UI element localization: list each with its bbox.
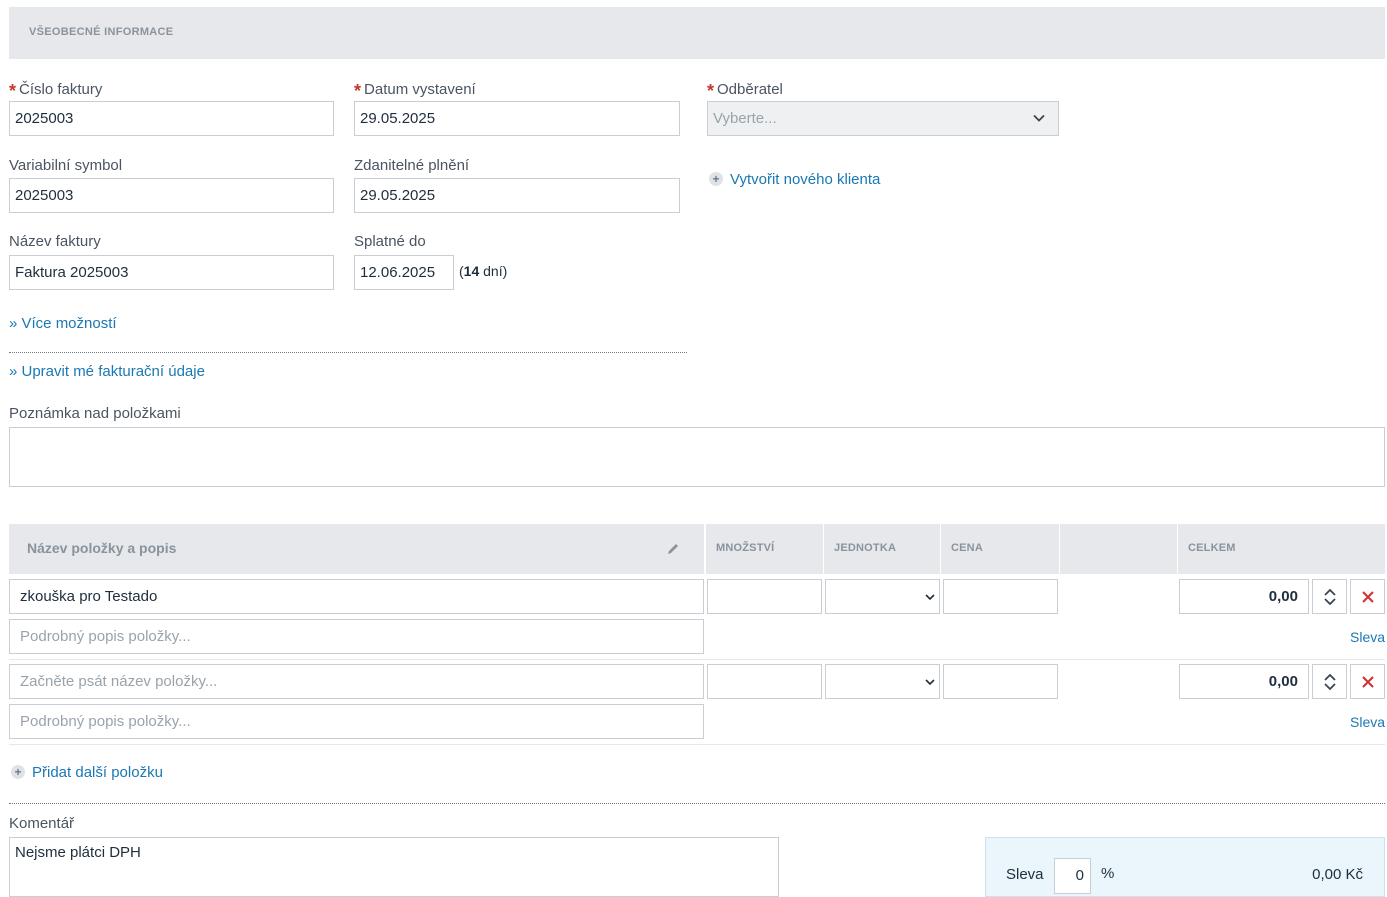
taxable-date-input[interactable]: 29.05.2025: [354, 178, 680, 213]
col-header-price: CENA: [941, 524, 1059, 574]
chevron-down-icon: [1033, 114, 1045, 122]
plus-circle-icon: +: [709, 172, 723, 187]
required-marker: *: [707, 81, 715, 101]
customer-label: * Odběratel: [707, 81, 783, 101]
section-header: VŠEOBECNÉ INFORMACE: [9, 7, 1385, 59]
required-marker: *: [9, 81, 17, 101]
item-price-input[interactable]: [943, 664, 1058, 699]
summary-discount-label: Sleva: [1006, 866, 1044, 883]
add-item-link[interactable]: + Přidat další položku: [11, 764, 163, 781]
col-header-quantity: MNOŽSTVÍ: [706, 524, 823, 574]
item-description-input[interactable]: Podrobný popis položky...: [9, 704, 704, 739]
item-price-input[interactable]: [943, 579, 1058, 614]
close-icon: [1361, 675, 1374, 688]
chevron-down-icon: [925, 679, 935, 686]
item-total-input[interactable]: 0,00: [1179, 664, 1309, 699]
comment-label: Komentář: [9, 815, 75, 832]
sort-button[interactable]: [1312, 664, 1347, 699]
due-date-input[interactable]: 12.06.2025: [354, 255, 454, 290]
col-header-empty: [1060, 524, 1177, 574]
col-header-unit: JEDNOTKA: [824, 524, 940, 574]
taxable-date-label: Zdanitelné plnění: [354, 157, 470, 174]
required-marker: *: [354, 81, 362, 101]
edit-billing-link[interactable]: » Upravit mé fakturační údaje: [9, 363, 205, 380]
row-divider: [9, 659, 1385, 660]
col-header-total: CELKEM: [1178, 524, 1385, 574]
chevron-down-icon: [925, 594, 935, 601]
col-header-name: Název položky a popis: [9, 524, 704, 574]
note-above-textarea[interactable]: [9, 427, 1385, 487]
due-days-info: (14 dní): [459, 263, 508, 279]
delete-item-button[interactable]: [1350, 579, 1385, 614]
delete-item-button[interactable]: [1350, 664, 1385, 699]
invoice-number-input[interactable]: 2025003: [9, 101, 334, 136]
plus-circle-icon: +: [11, 765, 25, 780]
item-name-input[interactable]: Začněte psát název položky...: [9, 664, 704, 699]
invoice-number-label: * Číslo faktury: [9, 81, 103, 101]
divider: [9, 803, 1385, 804]
invoice-name-label: Název faktury: [9, 233, 101, 250]
close-icon: [1361, 590, 1374, 603]
note-above-label: Poznámka nad položkami: [9, 405, 181, 422]
divider: [9, 352, 687, 353]
summary-box: Sleva 0 % 0,00 Kč: [985, 837, 1385, 897]
summary-discount-amount: 0,00 Kč: [1312, 866, 1363, 883]
item-quantity-input[interactable]: [707, 664, 822, 699]
create-client-link[interactable]: + Vytvořit nového klienta: [709, 171, 880, 188]
due-date-label: Splatné do: [354, 233, 426, 250]
item-total-input[interactable]: 0,00: [1179, 579, 1309, 614]
invoice-name-input[interactable]: Faktura 2025003: [9, 255, 334, 290]
comment-textarea[interactable]: Nejsme plátci DPH: [9, 837, 779, 897]
sort-updown-icon: [1323, 588, 1336, 605]
percent-sign: %: [1101, 865, 1115, 882]
summary-discount-input[interactable]: 0: [1054, 858, 1091, 894]
sort-button[interactable]: [1312, 579, 1347, 614]
item-quantity-input[interactable]: [707, 579, 822, 614]
item-unit-select[interactable]: [825, 579, 940, 614]
issue-date-input[interactable]: 29.05.2025: [354, 101, 680, 136]
item-discount-link[interactable]: Sleva: [1350, 629, 1385, 645]
item-discount-link[interactable]: Sleva: [1350, 714, 1385, 730]
variable-symbol-label: Variabilní symbol: [9, 157, 123, 174]
sort-updown-icon: [1323, 673, 1336, 690]
item-description-input[interactable]: Podrobný popis položky...: [9, 619, 704, 654]
row-divider: [9, 744, 1385, 745]
item-unit-select[interactable]: [825, 664, 940, 699]
more-options-link[interactable]: » Více možností: [9, 315, 117, 332]
pencil-icon[interactable]: [666, 542, 680, 556]
issue-date-label: * Datum vystavení: [354, 81, 476, 101]
variable-symbol-input[interactable]: 2025003: [9, 178, 334, 213]
customer-select-placeholder: Vyberte...: [713, 110, 777, 127]
item-name-input[interactable]: zkouška pro Testado: [9, 579, 704, 614]
customer-select[interactable]: Vyberte...: [707, 101, 1059, 136]
